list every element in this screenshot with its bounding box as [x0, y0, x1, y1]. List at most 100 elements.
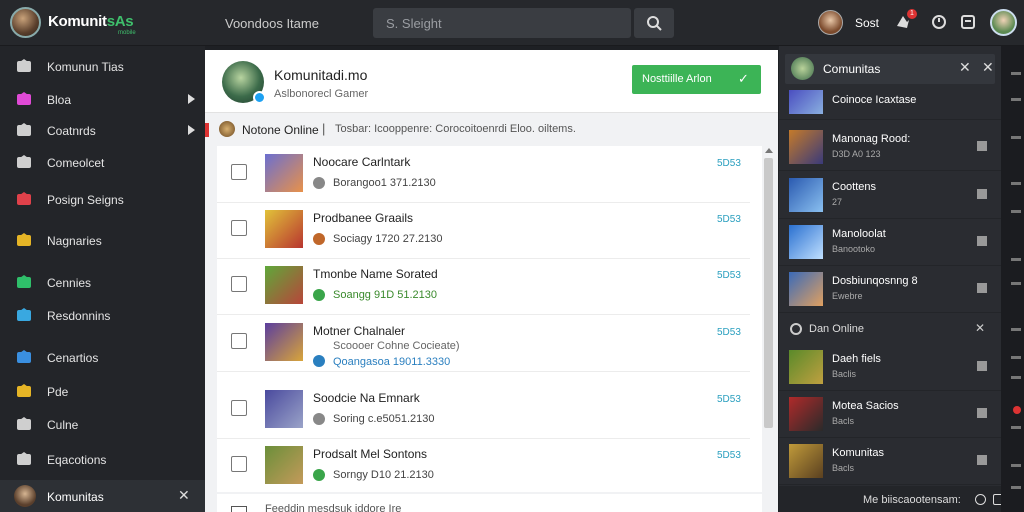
strip-tick[interactable] — [1011, 72, 1021, 75]
options-icon[interactable] — [977, 408, 987, 418]
options-icon[interactable] — [977, 189, 987, 199]
community-thumbnail — [789, 90, 823, 114]
chat-icon[interactable] — [975, 494, 986, 505]
community-meta: Bacls — [832, 463, 855, 473]
chevron-right-icon[interactable] — [188, 94, 195, 104]
community-name: Coottens — [832, 181, 877, 193]
online-bar: Notone Online | Tosbar: Icooppenre: Coro… — [205, 112, 778, 144]
sidebar-item[interactable]: Bloa — [0, 82, 205, 116]
community-subtitle: Aslbonorecl Gamer — [274, 88, 369, 100]
table-row[interactable]: Soodcie Na Emnark Soring c.e5051.2130 5D53 — [217, 382, 750, 439]
community-name: Dosbiunqosnng 8 — [832, 275, 918, 287]
sidebar-item[interactable]: Komunun Tias — [0, 49, 205, 83]
sidebar-item[interactable]: Posign Seigns — [0, 182, 205, 216]
row-checkbox[interactable] — [231, 506, 247, 512]
minimize-icon[interactable]: ✕ — [959, 59, 971, 76]
page-title: Voondoos Itame — [225, 16, 319, 31]
strip-tick[interactable] — [1011, 136, 1021, 139]
grid-icon — [15, 416, 33, 432]
footer-label: Me biiscaootensam: — [863, 494, 961, 506]
sidebar-item[interactable]: Comeolcet — [0, 145, 205, 179]
chat-icon — [15, 154, 33, 170]
item-list: Noocare Carlntark Borangoo1 371.2130 5D53 P… — [217, 146, 762, 495]
user-avatar[interactable] — [818, 10, 843, 35]
table-row[interactable]: Prodsalt Mel Sontons Sorngy D10 21.2130 5D… — [217, 438, 750, 495]
community-list-item[interactable]: Dosbiunqosnng 8 Ewebre — [779, 266, 1001, 313]
strip-tick[interactable] — [1011, 98, 1021, 101]
close-icon[interactable]: ✕ — [178, 487, 190, 504]
sidebar-active-community[interactable]: Komunitas ✕ — [0, 480, 205, 512]
table-row[interactable]: Prodbanee Graails Sociagy 1720 27.2130 5D5… — [217, 202, 750, 259]
strip-tick[interactable] — [1011, 356, 1021, 359]
user-name[interactable]: Sost — [855, 16, 879, 30]
community-list-item[interactable]: Komunitas Bacls — [779, 438, 1001, 485]
sidebar-item[interactable]: Culne — [0, 407, 205, 441]
online-marker — [205, 123, 209, 137]
row-checkbox[interactable] — [231, 220, 247, 236]
scroll-up-arrow[interactable] — [765, 148, 773, 153]
row-checkbox[interactable] — [231, 400, 247, 416]
strip-tick[interactable] — [1011, 282, 1021, 285]
community-meta: D3D A0 123 — [832, 149, 881, 159]
join-button[interactable]: Nosttiille Arlon ✓ — [632, 65, 761, 94]
search-input[interactable]: S. Sleight — [373, 8, 631, 38]
sidebar-item[interactable]: Eqacotions — [0, 442, 205, 476]
community-meta: 27 — [832, 197, 843, 207]
game-thumbnail — [265, 210, 303, 248]
strip-tick[interactable] — [1011, 486, 1021, 489]
strip-tick[interactable] — [1011, 376, 1021, 379]
window-icon[interactable] — [958, 12, 978, 32]
row-checkbox[interactable] — [231, 164, 247, 180]
sidebar-item[interactable]: Pde — [0, 374, 205, 408]
community-thumbnail — [789, 225, 823, 259]
strip-tick[interactable] — [1011, 426, 1021, 429]
strip-tick[interactable] — [1011, 464, 1021, 467]
community-thumbnail — [789, 444, 823, 478]
search-button[interactable] — [634, 8, 674, 38]
sidebar-item[interactable]: Nagnaries — [0, 223, 205, 257]
options-icon[interactable] — [977, 361, 987, 371]
app-logo[interactable]: KomunitsAs — [48, 13, 134, 30]
verified-icon — [253, 91, 266, 104]
scroll-thumb[interactable] — [764, 158, 773, 428]
table-row[interactable]: Tmonbe Name Sorated Soangg 91D 51.2130 5D5… — [217, 258, 750, 315]
pin-icon[interactable]: ✕ — [975, 321, 985, 335]
sidebar-item[interactable]: Resdonnins — [0, 298, 205, 332]
sidebar-item[interactable]: Cennies — [0, 265, 205, 299]
options-icon[interactable] — [977, 236, 987, 246]
community-list-item[interactable]: Coottens 27 — [779, 172, 1001, 219]
community-list-item[interactable]: Coinoce Icaxtase — [779, 90, 1001, 120]
sidebar-item-label: Posign Seigns — [47, 193, 124, 207]
game-thumbnail — [265, 154, 303, 192]
community-list-item[interactable]: Manonag Rood: D3D A0 123 — [779, 124, 1001, 171]
strip-tick[interactable] — [1011, 182, 1021, 185]
strip-tick[interactable] — [1011, 210, 1021, 213]
sidebar-item[interactable]: Coatnrds — [0, 113, 205, 147]
row-checkbox[interactable] — [231, 456, 247, 472]
table-row[interactable]: Motner Chalnaler Scoooer Cohne Cocieate) Q… — [217, 315, 750, 372]
close-icon[interactable]: ✕ — [982, 59, 994, 76]
game-thumbnail — [265, 323, 303, 361]
strip-tick[interactable] — [1011, 328, 1021, 331]
row-checkbox[interactable] — [231, 276, 247, 292]
row-count: 5D53 — [717, 158, 741, 169]
community-list-item[interactable]: Motea Sacios Bacls — [779, 391, 1001, 438]
options-icon[interactable] — [977, 455, 987, 465]
community-list-item[interactable]: Manoloolat Banootoko — [779, 219, 1001, 266]
sidebar-item[interactable]: Cenartios — [0, 340, 205, 374]
list-bottom-row[interactable]: Feeddin mesdsuk iddore Ire — [217, 494, 762, 512]
sidebar-item-label: Cennies — [47, 276, 92, 290]
table-row[interactable]: Noocare Carlntark Borangoo1 371.2130 5D53 — [217, 146, 750, 203]
community-list-item[interactable]: Daeh fiels Baclis — [779, 344, 1001, 391]
side-strip — [1001, 46, 1024, 512]
chevron-right-icon[interactable] — [188, 125, 195, 135]
online-label: Notone Online — [242, 123, 319, 137]
options-icon[interactable] — [977, 283, 987, 293]
logo-avatar[interactable] — [10, 7, 41, 38]
row-checkbox[interactable] — [231, 333, 247, 349]
list-scrollbar[interactable] — [762, 146, 774, 492]
clock-icon[interactable] — [929, 12, 949, 32]
options-icon[interactable] — [977, 141, 987, 151]
profile-avatar[interactable] — [990, 9, 1017, 36]
strip-tick[interactable] — [1011, 258, 1021, 261]
